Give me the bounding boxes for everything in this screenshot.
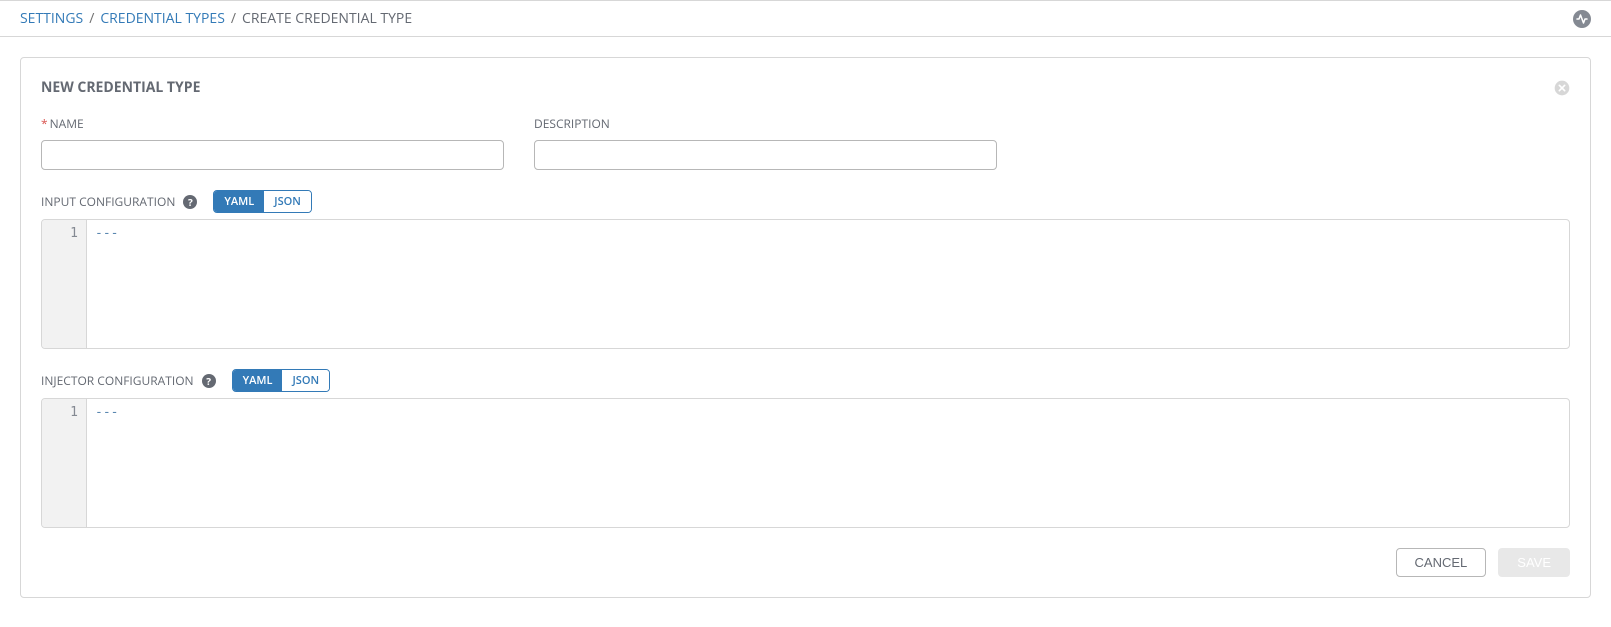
activity-stream-icon[interactable] [1573,10,1591,28]
injector-config-json-button[interactable]: JSON [282,370,329,391]
breadcrumb-bar: SETTINGS / CREDENTIAL TYPES / CREATE CRE… [0,0,1611,37]
panel-title: NEW CREDENTIAL TYPE [41,78,200,97]
form-panel: NEW CREDENTIAL TYPE *NAME DESCRIPTION IN… [20,57,1591,598]
cancel-button[interactable]: CANCEL [1396,548,1487,577]
description-input[interactable] [534,140,997,170]
help-icon[interactable]: ? [183,195,197,209]
input-config-label: INPUT CONFIGURATION [41,193,175,210]
input-config-format-toggle: YAML JSON [213,190,312,213]
input-config-yaml-button[interactable]: YAML [214,191,264,212]
injector-config-editor: 1 --- [41,398,1570,528]
input-config-content[interactable]: --- [87,220,1569,348]
breadcrumb-separator: / [231,9,236,28]
breadcrumb-current: CREATE CREDENTIAL TYPE [242,9,412,28]
input-config-editor: 1 --- [41,219,1570,349]
input-config-json-button[interactable]: JSON [264,191,311,212]
injector-config-yaml-button[interactable]: YAML [233,370,283,391]
name-label: *NAME [41,115,504,132]
breadcrumb-separator: / [89,9,94,28]
injector-config-content[interactable]: --- [87,399,1569,527]
description-label: DESCRIPTION [534,115,997,132]
injector-config-gutter: 1 [42,399,87,527]
input-config-gutter: 1 [42,220,87,348]
save-button[interactable]: SAVE [1498,548,1570,577]
breadcrumb-link-credential-types[interactable]: CREDENTIAL TYPES [100,9,225,28]
injector-config-label: INJECTOR CONFIGURATION [41,372,194,389]
breadcrumb-link-settings[interactable]: SETTINGS [20,9,83,28]
name-input[interactable] [41,140,504,170]
help-icon[interactable]: ? [202,374,216,388]
breadcrumb: SETTINGS / CREDENTIAL TYPES / CREATE CRE… [20,9,412,28]
required-marker: * [41,115,48,132]
injector-config-format-toggle: YAML JSON [232,369,331,392]
close-icon[interactable] [1554,80,1570,96]
